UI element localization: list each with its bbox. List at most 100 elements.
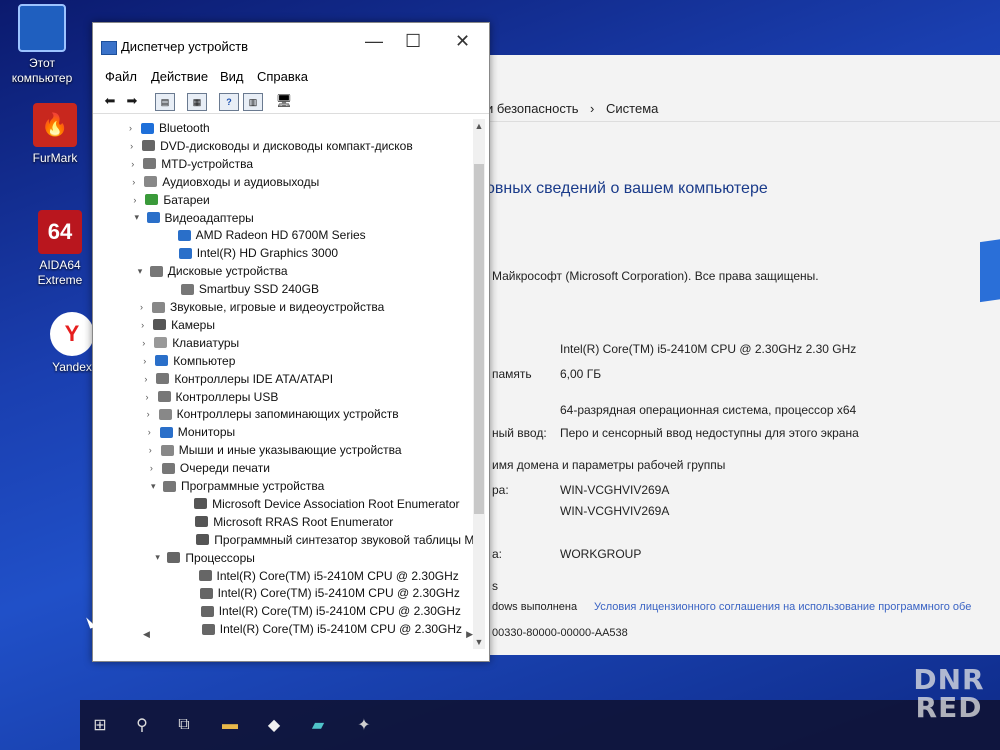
- chevron-right-icon[interactable]: ›: [140, 302, 152, 312]
- page-title: овных сведений о вашем компьютере: [486, 180, 768, 197]
- tree-category[interactable]: ▾ Процессоры: [155, 549, 255, 567]
- tree-category[interactable]: › Звуковые, игровые и видеоустройства: [140, 298, 384, 316]
- windows-logo-icon: [980, 237, 1000, 303]
- tree-device[interactable]: Intel(R) Core(TM) i5-2410M CPU @ 2.30GHz: [198, 567, 459, 585]
- tree-device[interactable]: AMD Radeon HD 6700M Series: [177, 226, 366, 244]
- chevron-right-icon[interactable]: ›: [146, 392, 158, 402]
- chevron-right-icon[interactable]: ›: [131, 159, 143, 169]
- desktop-icon-this-pc[interactable]: Этот компьютер: [2, 4, 82, 86]
- chevron-down-icon[interactable]: ▾: [135, 212, 147, 223]
- scroll-down-icon[interactable]: ▼: [473, 637, 485, 647]
- furmark-icon: 🔥: [33, 103, 77, 147]
- chevron-down-icon[interactable]: ▾: [155, 552, 167, 563]
- tree-category[interactable]: › Камеры: [141, 316, 215, 334]
- chevron-right-icon[interactable]: ›: [147, 409, 159, 419]
- minimize-button[interactable]: —: [365, 31, 383, 52]
- desktop-icon-furmark[interactable]: 🔥 FurMark: [15, 103, 95, 166]
- chevron-down-icon[interactable]: ▾: [138, 266, 150, 277]
- file-explorer-icon[interactable]: ▬: [220, 715, 240, 735]
- chevron-right-icon[interactable]: ›: [141, 320, 153, 330]
- menu-help[interactable]: Справка: [257, 69, 308, 84]
- chevron-right-icon[interactable]: ›: [132, 177, 144, 187]
- chevron-right-icon[interactable]: ›: [149, 445, 161, 455]
- device-icon: [180, 283, 194, 295]
- tree-category[interactable]: › MTD-устройства: [131, 155, 253, 173]
- menu-action[interactable]: Действие: [151, 69, 208, 84]
- tree-device[interactable]: Smartbuy SSD 240GB: [180, 280, 319, 298]
- search-icon[interactable]: ⚲: [132, 715, 152, 735]
- pen-touch-label: ный ввод:: [492, 426, 547, 440]
- breadcrumb-item-system[interactable]: Система: [606, 101, 658, 116]
- chevron-right-icon[interactable]: ›: [142, 338, 154, 348]
- device-manager-window: Диспетчер устройств — ☐ ✕ Файл Действие …: [92, 22, 490, 662]
- tree-device[interactable]: Microsoft RRAS Root Enumerator: [195, 513, 393, 531]
- vertical-scrollbar[interactable]: ▲ ▼: [473, 119, 485, 649]
- tree-category[interactable]: ▾ Дисковые устройства: [138, 262, 288, 280]
- tree-category[interactable]: › DVD-дисководы и дисководы компакт-диско…: [130, 137, 413, 155]
- breadcrumb: и безопасность › Система: [470, 93, 1000, 122]
- tree-category[interactable]: › Очереди печати: [150, 459, 270, 477]
- full-name-value: WIN-VCGHVIV269A: [560, 504, 670, 518]
- close-button[interactable]: ✕: [455, 31, 470, 52]
- tree-category[interactable]: › Контроллеры IDE ATA/ATAPI: [144, 370, 333, 388]
- tree-device[interactable]: Программный синтезатор звуковой таблицы …: [196, 531, 483, 549]
- windows-start-icon[interactable]: ⊞: [90, 715, 110, 735]
- copyright-text: Майкрософт (Microsoft Corporation). Все …: [492, 269, 819, 283]
- tree-category[interactable]: › Контроллеры USB: [146, 388, 279, 406]
- scroll-right-icon[interactable]: ▶: [466, 629, 473, 640]
- tree-category[interactable]: › Компьютер: [143, 352, 235, 370]
- help-icon[interactable]: ?: [219, 93, 239, 111]
- chevron-right-icon[interactable]: ›: [133, 195, 145, 205]
- chevron-right-icon[interactable]: ›: [143, 356, 155, 366]
- tree-category[interactable]: › Bluetooth: [129, 119, 210, 137]
- tree-category[interactable]: › Контроллеры запоминающих устройств: [147, 405, 399, 423]
- monitor-icon[interactable]: 🖥: [275, 93, 293, 109]
- tree-item-label: Аудиовходы и аудиовыходы: [162, 174, 320, 189]
- cpu-value: Intel(R) Core(TM) i5-2410M CPU @ 2.30GHz…: [560, 342, 857, 356]
- tree-device[interactable]: Intel(R) HD Graphics 3000: [178, 244, 338, 262]
- tree-device[interactable]: Intel(R) Core(TM) i5-2410M CPU @ 2.30GHz: [200, 602, 461, 620]
- title-bar[interactable]: Диспетчер устройств — ☐ ✕: [93, 23, 489, 67]
- chevron-right-icon[interactable]: ›: [130, 141, 142, 151]
- menu-view[interactable]: Вид: [220, 69, 244, 84]
- horizontal-scrollbar[interactable]: ◀ ▶: [143, 629, 473, 641]
- tree-category[interactable]: ▾ Видеоадаптеры: [135, 209, 254, 227]
- scroll-up-icon[interactable]: ▲: [473, 121, 485, 131]
- chevron-right-icon[interactable]: ›: [148, 427, 160, 437]
- breadcrumb-item-security[interactable]: и безопасность: [486, 101, 579, 116]
- tree-category[interactable]: ▾ Программные устройства: [151, 477, 324, 495]
- device-icon: [158, 408, 172, 420]
- forward-arrow-icon[interactable]: ➡: [123, 93, 141, 109]
- domain-section-title: имя домена и параметры рабочей группы: [492, 458, 726, 472]
- tree-category[interactable]: › Мониторы: [148, 423, 235, 441]
- tree-category[interactable]: › Клавиатуры: [142, 334, 239, 352]
- app-icon-2[interactable]: ▰: [308, 715, 328, 735]
- update-driver-icon[interactable]: ▦: [187, 93, 207, 111]
- tree-category[interactable]: › Мыши и иные указывающие устройства: [149, 441, 402, 459]
- properties-icon[interactable]: ▤: [155, 93, 175, 111]
- chevron-right-icon[interactable]: ›: [150, 463, 162, 473]
- device-icon: [195, 516, 209, 528]
- view-icon[interactable]: ▥: [243, 93, 263, 111]
- tree-device[interactable]: Intel(R) Core(TM) i5-2410M CPU @ 2.30GHz: [199, 584, 460, 602]
- scroll-left-icon[interactable]: ◀: [143, 629, 150, 640]
- chevron-right-icon[interactable]: ›: [144, 374, 156, 384]
- scrollbar-thumb[interactable]: [474, 164, 484, 514]
- tree-device[interactable]: Microsoft Device Association Root Enumer…: [194, 495, 460, 513]
- task-view-icon[interactable]: ⧉: [174, 715, 194, 735]
- license-terms-link[interactable]: Условия лицензионного соглашения на испо…: [594, 601, 999, 613]
- watermark-line-2: RED: [915, 691, 983, 724]
- back-arrow-icon[interactable]: ⬅: [101, 93, 119, 109]
- maximize-button[interactable]: ☐: [405, 31, 421, 52]
- device-icon: [152, 301, 165, 313]
- chevron-right-icon[interactable]: ›: [129, 123, 141, 133]
- chevron-down-icon[interactable]: ▾: [151, 481, 163, 492]
- menu-file[interactable]: Файл: [105, 69, 137, 84]
- tree-category[interactable]: › Батареи: [133, 191, 209, 209]
- app-icon[interactable]: ◆: [264, 715, 284, 735]
- desktop-icon-aida64[interactable]: 64 AIDA64 Extreme: [20, 210, 100, 288]
- computer-name-value: WIN-VCGHVIV269A: [560, 483, 670, 497]
- tree-category[interactable]: › Аудиовходы и аудиовыходы: [132, 173, 319, 191]
- tree-item-label: Microsoft Device Association Root Enumer…: [212, 496, 460, 511]
- app-icon-3[interactable]: ✦: [354, 715, 374, 735]
